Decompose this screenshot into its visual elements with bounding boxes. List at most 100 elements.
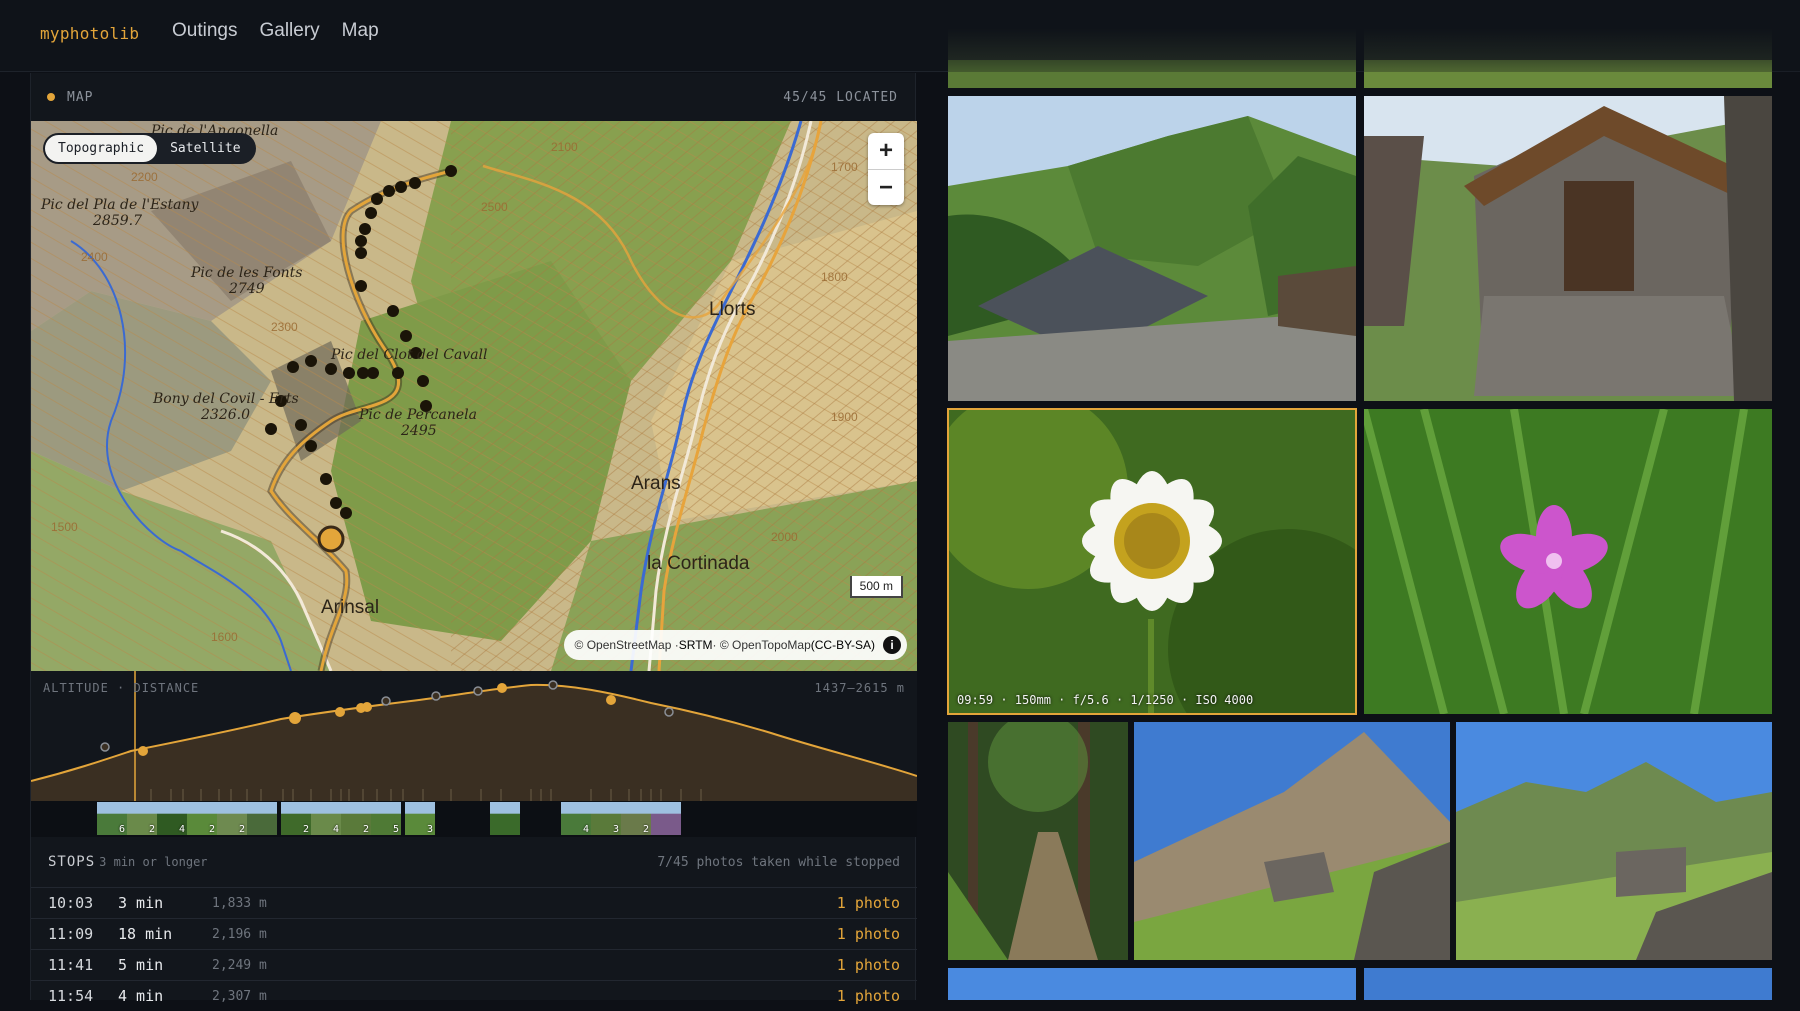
stops-list: STOPS 3 min or longer 7/45 photos taken w… bbox=[31, 837, 917, 1011]
stop-elevation: 2,249 m bbox=[212, 957, 267, 973]
forest-path-photo bbox=[948, 722, 1128, 960]
main-nav: Outings Gallery Map bbox=[172, 20, 379, 42]
contour-label: 1700 bbox=[831, 160, 858, 174]
stop-photo-link[interactable]: 1 photo bbox=[837, 925, 900, 943]
map-label-bony-covil-alt: 2326.0 bbox=[200, 407, 250, 423]
nav-outings[interactable]: Outings bbox=[172, 20, 237, 42]
layer-satellite-button[interactable]: Satellite bbox=[157, 135, 253, 162]
stop-photo-link[interactable]: 1 photo bbox=[837, 894, 900, 912]
altitude-title: ALTITUDE · DISTANCE bbox=[43, 681, 200, 695]
thumbnail-count: 4 bbox=[332, 824, 339, 835]
contour-label: 1500 bbox=[51, 520, 78, 534]
map-label-llorts: Llorts bbox=[709, 299, 755, 320]
map-label-cortinada: la Cortinada bbox=[647, 553, 750, 574]
thumbnail-count: 3 bbox=[426, 824, 433, 835]
filmstrip-thumbnail[interactable]: 6 bbox=[97, 802, 127, 835]
stop-row[interactable]: 10:03 3 min 1,833 m 1 photo bbox=[31, 887, 917, 918]
filmstrip-thumbnail[interactable]: 5 bbox=[371, 802, 401, 835]
contour-label: 1600 bbox=[211, 630, 238, 644]
filmstrip-thumbnail[interactable]: 2 bbox=[621, 802, 651, 835]
stop-row[interactable]: 11:09 18 min 2,196 m 1 photo bbox=[31, 918, 917, 949]
map-label-arinsal: Arinsal bbox=[321, 597, 379, 618]
filmstrip-thumbnail[interactable]: 4 bbox=[311, 802, 341, 835]
contour-label: 2200 bbox=[131, 170, 158, 184]
thumbnail-count: 6 bbox=[118, 824, 125, 835]
photo-tile-pink-flower[interactable] bbox=[1364, 409, 1772, 714]
thumbnail-count: 2 bbox=[148, 824, 155, 835]
map-label-fonts: Pic de les Fonts bbox=[190, 265, 303, 281]
header-fade bbox=[948, 0, 1800, 72]
zoom-out-button[interactable]: − bbox=[868, 169, 904, 205]
filmstrip-thumbnail[interactable]: 2 bbox=[187, 802, 217, 835]
photo-tile-partial[interactable] bbox=[948, 968, 1356, 1000]
photo-tile-mountain-hut[interactable] bbox=[1134, 722, 1450, 960]
zoom-in-button[interactable]: + bbox=[868, 133, 904, 169]
thumbnail-count: 2 bbox=[208, 824, 215, 835]
map-panel: MAP 45/45 LOCATED Pic del Pla de l'Estan… bbox=[30, 73, 918, 1005]
brand-logo[interactable]: myphotolib bbox=[40, 24, 139, 43]
altitude-range: 1437–2615 m bbox=[814, 681, 905, 695]
photo-tile-daisy[interactable]: 09:59 · 150mm · f/5.6 · 1/1250 · ISO 400… bbox=[947, 408, 1357, 715]
thumbnail-count: 2 bbox=[362, 824, 369, 835]
stop-photo-link[interactable]: 1 photo bbox=[837, 987, 900, 1005]
valley-photo bbox=[948, 96, 1356, 401]
map-label-fonts-alt: 2749 bbox=[228, 281, 265, 297]
stop-duration: 4 min bbox=[118, 987, 164, 1005]
stop-time: 11:09 bbox=[48, 925, 94, 943]
contour-label: 2500 bbox=[481, 200, 508, 214]
attribution-osm[interactable]: © OpenStreetMap · bbox=[575, 638, 679, 652]
mountain-hut-2-photo bbox=[1456, 722, 1772, 960]
photo-tile-partial[interactable] bbox=[1364, 968, 1772, 1000]
filmstrip-thumbnail[interactable]: 4 bbox=[157, 802, 187, 835]
map-label-percanela-alt: 2495 bbox=[400, 423, 437, 439]
filmstrip-thumbnail[interactable]: 2 bbox=[281, 802, 311, 835]
thumbnail-count: 3 bbox=[612, 824, 619, 835]
filmstrip-thumbnail[interactable]: 3 bbox=[405, 802, 435, 835]
altitude-profile[interactable]: ALTITUDE · DISTANCE 1437–2615 m bbox=[30, 671, 918, 801]
stop-photo-link[interactable]: 1 photo bbox=[837, 956, 900, 974]
filmstrip-thumbnail[interactable]: 2 bbox=[341, 802, 371, 835]
contour-label: 1800 bbox=[821, 270, 848, 284]
contour-label: 1900 bbox=[831, 410, 858, 424]
daisy-photo bbox=[948, 409, 1356, 714]
filmstrip-thumbnail[interactable] bbox=[247, 802, 277, 835]
info-icon[interactable]: i bbox=[883, 636, 901, 654]
stop-duration: 18 min bbox=[118, 925, 173, 943]
stop-time: 11:54 bbox=[48, 987, 94, 1005]
map-label-clot-cavall: Pic del Clot del Cavall bbox=[330, 347, 488, 363]
stop-row[interactable]: 11:41 5 min 2,249 m 1 photo bbox=[31, 949, 917, 980]
filmstrip-thumbnail[interactable] bbox=[651, 802, 681, 835]
map-scale: 500 m bbox=[849, 576, 903, 598]
attribution-license[interactable]: (CC-BY-SA) bbox=[811, 638, 875, 652]
contour-label: 2300 bbox=[271, 320, 298, 334]
filmstrip-thumbnail[interactable]: 4 bbox=[561, 802, 591, 835]
map-label-pla-estany-alt: 2859.7 bbox=[92, 213, 142, 229]
thumbnail-count: 2 bbox=[302, 824, 309, 835]
nav-gallery[interactable]: Gallery bbox=[259, 20, 319, 42]
map-terrain: Pic del Pla de l'Estany 2859.7 Pic de le… bbox=[31, 121, 917, 671]
photo-tile-valley[interactable] bbox=[948, 96, 1356, 401]
thumbnail-count: 2 bbox=[238, 824, 245, 835]
photo-tile-forest-path[interactable] bbox=[948, 722, 1128, 960]
photo-tile-mountain-hut-2[interactable] bbox=[1456, 722, 1772, 960]
filmstrip-thumbnail[interactable] bbox=[490, 802, 520, 835]
stop-row[interactable]: 11:54 4 min 2,307 m 1 photo bbox=[31, 980, 917, 1011]
thumbnail-count: 2 bbox=[642, 824, 649, 835]
stop-duration: 3 min bbox=[118, 894, 164, 912]
photo-exif-overlay: 09:59 · 150mm · f/5.6 · 1/1250 · ISO 400… bbox=[957, 693, 1254, 707]
filmstrip-thumbnail[interactable]: 2 bbox=[217, 802, 247, 835]
topographic-map[interactable]: Pic del Pla de l'Estany 2859.7 Pic de le… bbox=[31, 121, 917, 671]
nav-map[interactable]: Map bbox=[342, 20, 379, 42]
map-label-pla-estany: Pic del Pla de l'Estany bbox=[40, 197, 199, 213]
attribution-srtm: SRTM bbox=[678, 638, 713, 652]
map-label-percanela: Pic de Percanela bbox=[358, 407, 477, 423]
attribution-opentopomap[interactable]: · © OpenTopoMap bbox=[713, 638, 811, 652]
stone-hut-photo bbox=[1364, 96, 1772, 401]
map-label-arans: Arans bbox=[631, 473, 681, 494]
photo-tile-stone-hut[interactable] bbox=[1364, 96, 1772, 401]
map-label-bony-covil: Bony del Covil - Erts bbox=[152, 391, 299, 407]
contour-label: 2100 bbox=[551, 140, 578, 154]
filmstrip-thumbnail[interactable]: 3 bbox=[591, 802, 621, 835]
layer-topographic-button[interactable]: Topographic bbox=[45, 135, 158, 162]
filmstrip-thumbnail[interactable]: 2 bbox=[127, 802, 157, 835]
